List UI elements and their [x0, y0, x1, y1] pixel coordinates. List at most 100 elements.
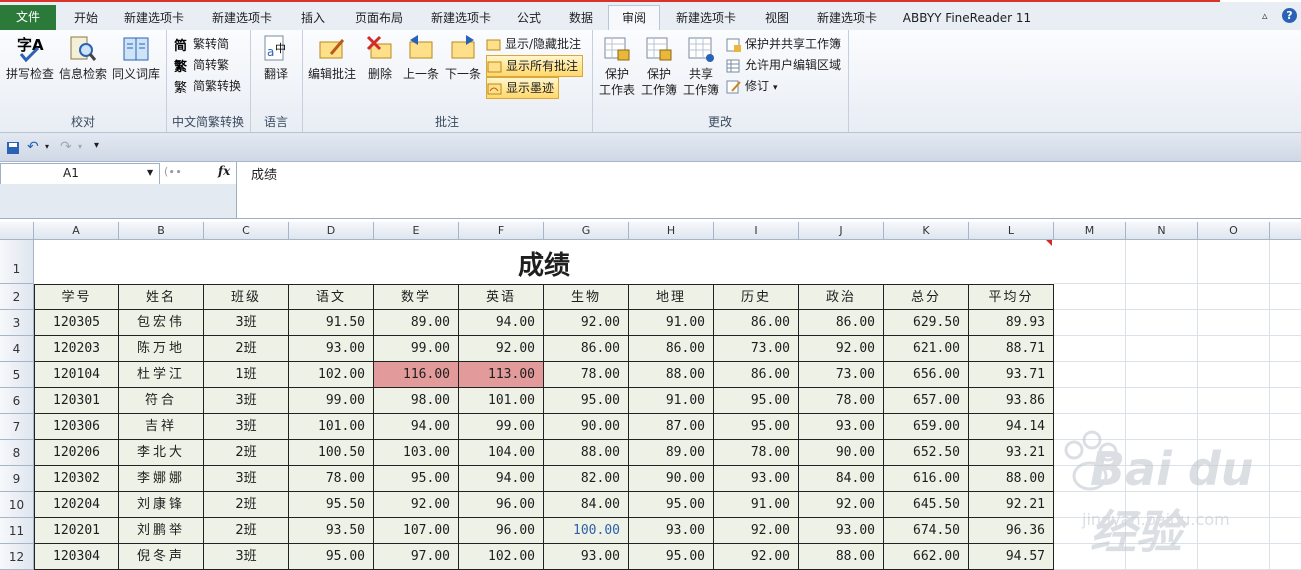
table-cell[interactable]: 90.00 [544, 414, 629, 440]
header-cell[interactable]: 学号 [34, 284, 119, 310]
tab-3[interactable]: 新建选项卡 [198, 6, 286, 30]
redo-icon[interactable]: ↷ [60, 139, 72, 155]
table-cell[interactable]: 陈万地 [119, 336, 204, 362]
table-cell[interactable]: 78.00 [799, 388, 884, 414]
table-cell[interactable]: 96.00 [459, 492, 544, 518]
table-cell[interactable]: 92.00 [544, 310, 629, 336]
table-cell[interactable]: 1班 [204, 362, 289, 388]
table-cell[interactable]: 78.00 [544, 362, 629, 388]
table-cell[interactable]: 91.00 [629, 310, 714, 336]
table-cell[interactable]: 89.00 [629, 440, 714, 466]
table-row[interactable]: 120302 [34, 466, 119, 492]
table-cell[interactable]: 91.00 [714, 492, 799, 518]
table-cell[interactable]: 95.00 [289, 544, 374, 570]
spell-check-button[interactable]: 字A 拼写检查 [4, 34, 56, 82]
table-cell[interactable]: 662.00 [884, 544, 969, 570]
tab-10[interactable]: 新建选项卡 [660, 6, 752, 30]
tab-6[interactable]: 新建选项卡 [418, 6, 504, 30]
header-cell[interactable]: 姓名 [119, 284, 204, 310]
table-cell[interactable]: 99.00 [374, 336, 459, 362]
show-all-comments-button[interactable]: 显示所有批注 [486, 55, 584, 77]
table-cell[interactable]: 符合 [119, 388, 204, 414]
table-cell[interactable]: 100.00 [544, 518, 629, 544]
row-header-7[interactable]: 7 [0, 414, 34, 440]
table-cell[interactable]: 96.36 [969, 518, 1054, 544]
row-header-5[interactable]: 5 [0, 362, 34, 388]
table-cell[interactable]: 621.00 [884, 336, 969, 362]
tab-8[interactable]: 数据 [554, 6, 608, 30]
formula-input[interactable]: 成绩 [236, 162, 1301, 218]
table-cell[interactable]: 102.00 [459, 544, 544, 570]
table-cell[interactable]: 90.00 [629, 466, 714, 492]
name-box[interactable]: A1 ▼ [0, 163, 160, 185]
translate-button[interactable]: a中 翻译 [254, 34, 298, 82]
table-cell[interactable]: 104.00 [459, 440, 544, 466]
table-row[interactable]: 120104 [34, 362, 119, 388]
table-cell[interactable]: 杜学江 [119, 362, 204, 388]
customize-toolbar-icon[interactable]: ▾ [94, 140, 99, 151]
table-cell[interactable]: 88.00 [544, 440, 629, 466]
table-cell[interactable]: 91.50 [289, 310, 374, 336]
minimize-ribbon-icon[interactable]: ▵ [1262, 9, 1268, 22]
table-cell[interactable]: 84.00 [799, 466, 884, 492]
table-cell[interactable]: 616.00 [884, 466, 969, 492]
cell[interactable] [1198, 284, 1270, 310]
table-cell[interactable]: 95.00 [374, 466, 459, 492]
table-cell[interactable]: 93.00 [799, 414, 884, 440]
cell[interactable] [1054, 388, 1126, 414]
column-header-more[interactable] [1270, 222, 1301, 240]
table-cell[interactable]: 94.14 [969, 414, 1054, 440]
insert-function-icon[interactable]: fx [218, 164, 230, 178]
table-cell[interactable]: 3班 [204, 310, 289, 336]
table-cell[interactable]: 95.00 [714, 388, 799, 414]
column-header-B[interactable]: B [119, 222, 204, 240]
cell[interactable] [1198, 310, 1270, 336]
table-cell[interactable]: 93.00 [714, 466, 799, 492]
table-cell[interactable]: 99.00 [289, 388, 374, 414]
column-header-J[interactable]: J [799, 222, 884, 240]
header-cell[interactable]: 英语 [459, 284, 544, 310]
table-cell[interactable]: 674.50 [884, 518, 969, 544]
cell[interactable] [1126, 336, 1198, 362]
table-cell[interactable]: 李娜娜 [119, 466, 204, 492]
table-cell[interactable]: 94.00 [374, 414, 459, 440]
row-header-11[interactable]: 11 [0, 518, 34, 544]
table-cell[interactable]: 93.50 [289, 518, 374, 544]
tab-13[interactable]: ABBYY FineReader 11 [892, 6, 1042, 30]
header-cell[interactable]: 班级 [204, 284, 289, 310]
tab-9[interactable]: 审阅 [608, 5, 660, 32]
table-cell[interactable]: 89.00 [374, 310, 459, 336]
protect-sheet-button[interactable]: 保护 工作表 [596, 34, 638, 98]
table-row[interactable]: 120206 [34, 440, 119, 466]
table-row[interactable]: 120301 [34, 388, 119, 414]
track-changes-button[interactable]: 修订 ▾ [726, 76, 778, 96]
previous-comment-button[interactable]: 上一条 [400, 34, 442, 82]
table-cell[interactable]: 103.00 [374, 440, 459, 466]
tab-2[interactable]: 新建选项卡 [110, 6, 198, 30]
table-cell[interactable]: 2班 [204, 440, 289, 466]
row-header-10[interactable]: 10 [0, 492, 34, 518]
column-header-G[interactable]: G [544, 222, 629, 240]
table-cell[interactable]: 116.00 [374, 362, 459, 388]
table-cell[interactable]: 93.71 [969, 362, 1054, 388]
row-header-4[interactable]: 4 [0, 336, 34, 362]
simp-to-trad-button[interactable]: 繁简转繁 [174, 55, 229, 75]
column-header-N[interactable]: N [1126, 222, 1198, 240]
header-cell[interactable]: 政治 [799, 284, 884, 310]
table-cell[interactable]: 吉祥 [119, 414, 204, 440]
table-cell[interactable]: 91.00 [629, 388, 714, 414]
table-cell[interactable]: 93.00 [544, 544, 629, 570]
trad-to-simp-button[interactable]: 简繁转简 [174, 34, 229, 54]
cell[interactable] [1054, 284, 1126, 310]
table-cell[interactable]: 96.00 [459, 518, 544, 544]
column-header-M[interactable]: M [1054, 222, 1126, 240]
cell[interactable] [1054, 336, 1126, 362]
research-button[interactable]: 信息检索 [56, 34, 110, 82]
row-header-1[interactable]: 1 [0, 240, 34, 284]
table-cell[interactable]: 94.00 [459, 310, 544, 336]
table-cell[interactable]: 84.00 [544, 492, 629, 518]
table-cell[interactable]: 102.00 [289, 362, 374, 388]
tab-1[interactable]: 开始 [62, 6, 110, 30]
column-header-L[interactable]: L [969, 222, 1054, 240]
table-cell[interactable]: 92.21 [969, 492, 1054, 518]
